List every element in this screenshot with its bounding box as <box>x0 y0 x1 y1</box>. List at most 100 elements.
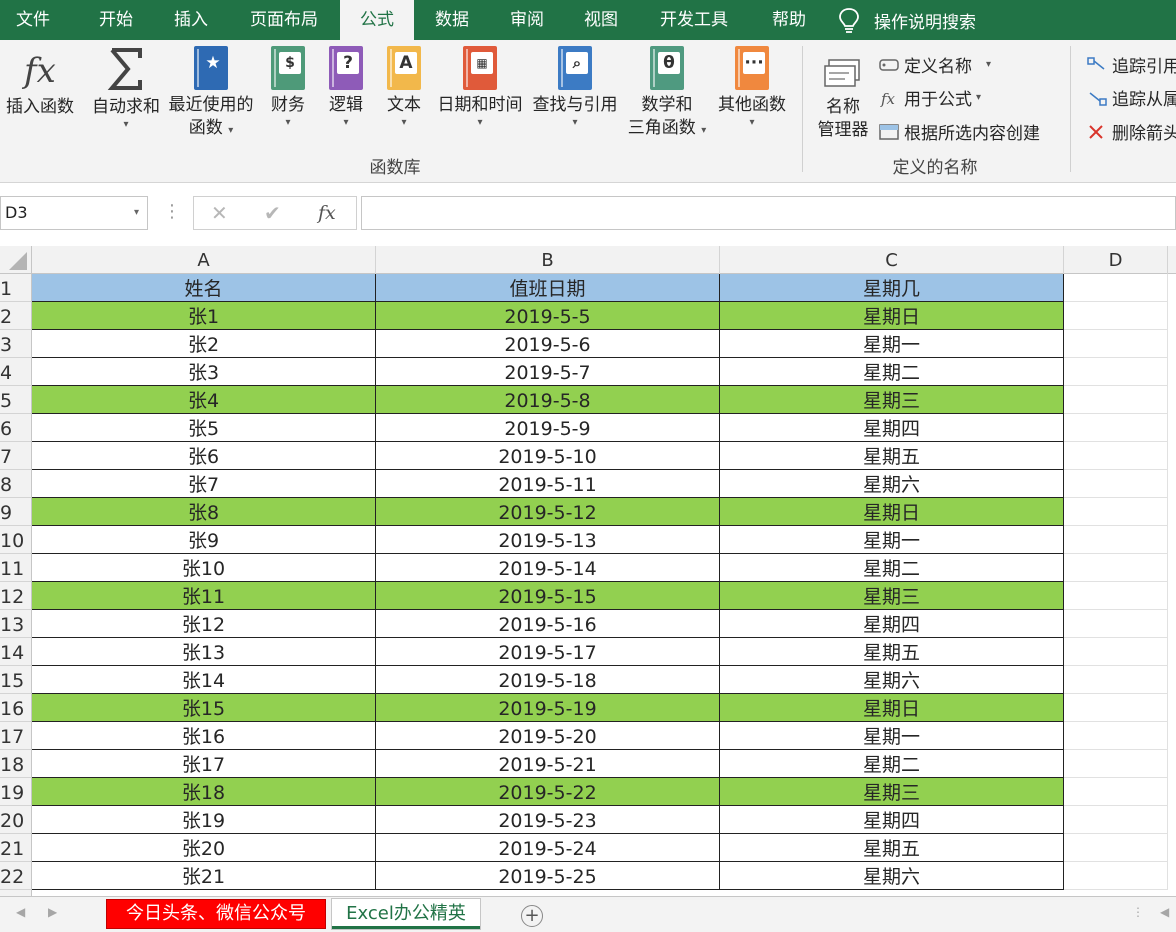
autosum-button[interactable]: 自动求和 ▾ <box>88 46 164 131</box>
sheet-tab[interactable]: 今日头条、微信公众号 <box>106 899 326 929</box>
logical-button[interactable]: ? 逻辑 ▾ <box>322 46 370 129</box>
table-cell[interactable] <box>1064 358 1168 386</box>
table-cell[interactable]: 2019-5-11 <box>376 470 720 498</box>
table-cell[interactable]: 张4 <box>32 386 376 414</box>
row-header[interactable]: 21 <box>0 834 32 862</box>
column-header-a[interactable]: A <box>32 246 376 274</box>
use-in-formula-button[interactable]: fx 用于公式 ▾ <box>878 85 981 111</box>
table-cell[interactable]: 2019-5-20 <box>376 722 720 750</box>
scroll-left-icon[interactable]: ◀ <box>1160 905 1169 919</box>
table-cell[interactable]: 星期四 <box>720 610 1064 638</box>
table-cell[interactable]: 张8 <box>32 498 376 526</box>
table-cell[interactable]: 2019-5-7 <box>376 358 720 386</box>
row-header[interactable]: 11 <box>0 554 32 582</box>
table-cell[interactable]: 张12 <box>32 610 376 638</box>
table-cell[interactable]: 2019-5-10 <box>376 442 720 470</box>
table-cell[interactable]: 张19 <box>32 806 376 834</box>
table-cell[interactable] <box>1064 470 1168 498</box>
table-cell[interactable]: 2019-5-8 <box>376 386 720 414</box>
table-cell[interactable]: 张21 <box>32 862 376 890</box>
table-cell[interactable]: 星期三 <box>720 778 1064 806</box>
table-cell[interactable]: 张10 <box>32 554 376 582</box>
table-cell[interactable]: 2019-5-5 <box>376 302 720 330</box>
table-cell[interactable]: 张17 <box>32 750 376 778</box>
table-cell[interactable]: 2019-5-19 <box>376 694 720 722</box>
table-cell[interactable]: 星期三 <box>720 582 1064 610</box>
column-header-e[interactable] <box>1168 246 1176 274</box>
row-header[interactable]: 15 <box>0 666 32 694</box>
table-cell[interactable] <box>1064 386 1168 414</box>
row-header[interactable]: 8 <box>0 470 32 498</box>
table-cell[interactable]: 星期五 <box>720 638 1064 666</box>
table-cell[interactable]: 星期一 <box>720 330 1064 358</box>
column-header-b[interactable]: B <box>376 246 720 274</box>
tab-9[interactable]: 帮助 <box>760 0 818 40</box>
row-header[interactable]: 5 <box>0 386 32 414</box>
row-header[interactable]: 13 <box>0 610 32 638</box>
table-cell[interactable]: 星期五 <box>720 834 1064 862</box>
header-cell[interactable]: 姓名 <box>32 274 376 302</box>
name-box[interactable]: D3 ▾ <box>0 196 148 230</box>
table-cell[interactable]: 星期日 <box>720 498 1064 526</box>
table-cell[interactable]: 张11 <box>32 582 376 610</box>
table-cell[interactable]: 2019-5-18 <box>376 666 720 694</box>
table-cell[interactable] <box>1064 442 1168 470</box>
tab-3[interactable]: 页面布局 <box>236 0 332 40</box>
table-cell[interactable]: 星期四 <box>720 414 1064 442</box>
table-cell[interactable]: 星期二 <box>720 554 1064 582</box>
row-header[interactable]: 2 <box>0 302 32 330</box>
table-cell[interactable]: 张6 <box>32 442 376 470</box>
worksheet-grid[interactable]: A B C D 姓名 值班日期 星期几 张1 2019-5-5 星期日 张2 2019-5-6… <box>0 246 1176 896</box>
chevron-down-icon[interactable]: ▾ <box>134 197 139 229</box>
row-header[interactable]: 17 <box>0 722 32 750</box>
row-header[interactable]: 6 <box>0 414 32 442</box>
trace-precedents-button[interactable]: 追踪引用 <box>1086 52 1176 77</box>
table-cell[interactable] <box>1064 778 1168 806</box>
tab-6[interactable]: 审阅 <box>496 0 558 40</box>
table-cell[interactable] <box>1064 554 1168 582</box>
table-cell[interactable] <box>1064 302 1168 330</box>
tell-me-search[interactable]: 操作说明搜索 <box>838 0 976 40</box>
table-cell[interactable]: 星期五 <box>720 442 1064 470</box>
table-cell[interactable] <box>1064 414 1168 442</box>
tab-5[interactable]: 数据 <box>420 0 484 40</box>
datetime-button[interactable]: ▦ 日期和时间 ▾ <box>434 46 526 129</box>
formula-input[interactable] <box>361 196 1176 230</box>
header-cell[interactable]: 星期几 <box>720 274 1064 302</box>
table-cell[interactable]: 2019-5-23 <box>376 806 720 834</box>
formula-bar-grip[interactable]: ⋮ <box>163 199 181 225</box>
define-name-button[interactable]: 定义名称 ▾ <box>878 52 991 77</box>
table-cell[interactable]: 2019-5-24 <box>376 834 720 862</box>
table-cell[interactable]: 张16 <box>32 722 376 750</box>
table-cell[interactable] <box>1064 722 1168 750</box>
row-header[interactable]: 16 <box>0 694 32 722</box>
more-functions-button[interactable]: ··· 其他函数 ▾ <box>712 46 792 129</box>
sheet-tab[interactable]: Excel办公精英 <box>332 899 480 929</box>
table-cell[interactable]: 2019-5-6 <box>376 330 720 358</box>
table-cell[interactable] <box>1064 694 1168 722</box>
table-cell[interactable]: 星期六 <box>720 862 1064 890</box>
table-cell[interactable] <box>1064 274 1168 302</box>
add-sheet-button[interactable]: + <box>521 905 543 927</box>
table-cell[interactable]: 2019-5-25 <box>376 862 720 890</box>
remove-arrows-button[interactable]: 删除箭头 <box>1086 119 1176 144</box>
table-cell[interactable]: 张7 <box>32 470 376 498</box>
table-cell[interactable] <box>1064 862 1168 890</box>
table-cell[interactable]: 张18 <box>32 778 376 806</box>
lookup-reference-button[interactable]: ⌕ 查找与引用 ▾ <box>528 46 622 129</box>
table-cell[interactable] <box>1064 526 1168 554</box>
fx-icon[interactable]: fx <box>318 197 336 229</box>
tab-1[interactable]: 开始 <box>80 0 152 40</box>
table-cell[interactable] <box>1064 498 1168 526</box>
insert-function-button[interactable]: fx 插入函数 <box>2 46 78 119</box>
create-from-selection-button[interactable]: 根据所选内容创建 <box>878 119 1040 144</box>
tab-0[interactable]: 文件 <box>0 0 66 40</box>
scroll-right-icon[interactable]: ▶ <box>48 905 57 919</box>
table-cell[interactable]: 2019-5-9 <box>376 414 720 442</box>
row-header[interactable]: 18 <box>0 750 32 778</box>
table-cell[interactable]: 张2 <box>32 330 376 358</box>
table-cell[interactable]: 张1 <box>32 302 376 330</box>
table-cell[interactable]: 星期六 <box>720 470 1064 498</box>
table-cell[interactable]: 星期二 <box>720 358 1064 386</box>
table-cell[interactable]: 星期一 <box>720 526 1064 554</box>
